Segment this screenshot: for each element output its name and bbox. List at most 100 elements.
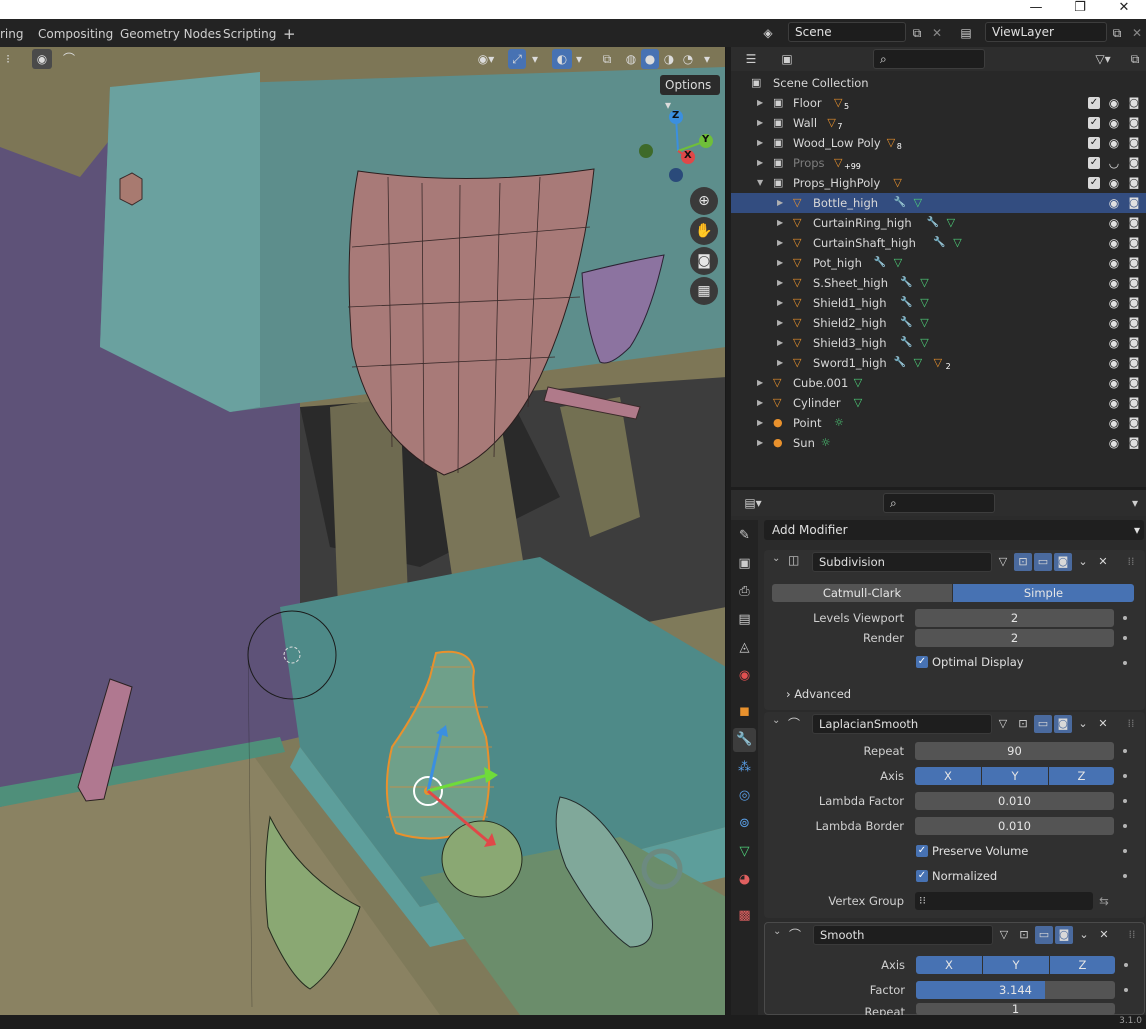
on-cage-icon[interactable]: ⊡ (1014, 715, 1032, 733)
smooth-axis-z-toggle[interactable]: Z (1050, 956, 1115, 974)
render-camera-icon[interactable]: ◙ (1127, 253, 1141, 273)
falloff-icon[interactable]: ⌒ (56, 49, 82, 69)
optimal-display-checkbox[interactable]: ✓ (916, 656, 928, 668)
axis-x-toggle[interactable]: X (915, 767, 981, 785)
visibility-eye-icon[interactable]: ◉ (1107, 273, 1121, 293)
outliner-editor-icon[interactable]: ☰ (741, 49, 761, 69)
exclude-checkbox[interactable]: ✓ (1088, 177, 1100, 189)
tab-workspace-partial[interactable]: ring (0, 25, 24, 43)
keyframe-dot[interactable] (1124, 988, 1128, 992)
repeat-field[interactable]: 90 (915, 742, 1114, 760)
visibility-eye-icon[interactable]: ◉ (1107, 333, 1121, 353)
ortho-grid-icon[interactable]: ▦ (690, 277, 718, 305)
particles-tab-icon[interactable]: ⁂ (733, 756, 756, 780)
remove-modifier-icon[interactable]: ✕ (1094, 715, 1112, 733)
subdivision-name-field[interactable]: Subdivision (812, 552, 992, 572)
outliner-row[interactable]: ▶ ▽ Shield3_high 🔧 ▽ ◉ ◙ (731, 333, 1146, 353)
collapse-chevron-icon[interactable]: ⌄ (773, 926, 781, 937)
visibility-eye-icon[interactable]: ◉ (1107, 193, 1121, 213)
wireframe-shading-icon[interactable]: ◍ (622, 49, 640, 69)
visibility-eye-icon[interactable]: ◉ (1107, 393, 1121, 413)
collapse-chevron-icon[interactable]: ⌄ (772, 553, 780, 564)
visibility-eye-icon[interactable]: ◉ (1107, 293, 1121, 313)
simple-option[interactable]: Simple (953, 584, 1134, 602)
object-tab-icon[interactable]: ◼ (733, 700, 756, 724)
shading-dropdown-icon[interactable]: ▾ (700, 49, 714, 69)
material-shading-icon[interactable]: ◑ (660, 49, 678, 69)
modifier-menu-icon[interactable]: ⌄ (1075, 926, 1093, 944)
collapsed-arrow-icon[interactable]: ▶ (777, 193, 783, 213)
keyframe-dot[interactable] (1123, 616, 1127, 620)
texture-tab-icon[interactable]: ▩ (733, 904, 756, 928)
keyframe-dot[interactable] (1123, 874, 1127, 878)
display-mode-icon[interactable]: ▣ (777, 49, 797, 69)
3d-viewport[interactable]: ⁝ ◉ ⌒ ◉▾ ⤢ ▾ ◐ ▾ ⧉ ◍ ● ◑ ◔ ▾ Options ▾ Z… (0, 47, 726, 1015)
render-camera-icon[interactable]: ◙ (1127, 153, 1141, 173)
outliner-row[interactable]: ▶ ▽ S.Sheet_high 🔧 ▽ ◉ ◙ (731, 273, 1146, 293)
delete-view-layer-icon[interactable]: ✕ (1127, 23, 1146, 43)
tab-compositing[interactable]: Compositing (38, 25, 113, 43)
collapsed-arrow-icon[interactable]: ▶ (757, 113, 763, 133)
render-camera-icon[interactable]: ◙ (1127, 113, 1141, 133)
properties-dropdown-icon[interactable]: ▾ (1125, 493, 1145, 513)
modifier-tab-icon[interactable]: 🔧 (733, 728, 756, 752)
overlays-icon[interactable]: ◐ (552, 49, 572, 69)
render-camera-icon[interactable]: ◙ (1127, 93, 1141, 113)
view-layer-tab-icon[interactable]: ▤ (733, 608, 756, 632)
visibility-eye-icon[interactable]: ◡ (1107, 153, 1121, 173)
outliner-row[interactable]: ▶ ▽ CurtainRing_high 🔧 ▽ ◉ ◙ (731, 213, 1146, 233)
on-cage-icon[interactable]: ⊡ (1015, 926, 1033, 944)
render-camera-icon[interactable]: ◙ (1127, 173, 1141, 193)
visibility-eye-icon[interactable]: ◉ (1107, 133, 1121, 153)
realtime-display-icon[interactable]: ▭ (1035, 926, 1053, 944)
edit-mode-icon[interactable]: ▽ (994, 715, 1012, 733)
pan-hand-icon[interactable]: ✋ (690, 217, 718, 245)
collapsed-arrow-icon[interactable]: ▶ (757, 433, 763, 453)
keyframe-dot[interactable] (1123, 749, 1127, 753)
output-tab-icon[interactable]: ⎙ (733, 580, 756, 604)
render-camera-icon[interactable]: ◙ (1127, 233, 1141, 253)
add-workspace-button[interactable]: + (283, 25, 296, 43)
tool-tab-icon[interactable]: ✎ (733, 524, 756, 548)
visibility-eye-icon[interactable]: ◉ (1107, 413, 1121, 433)
edit-mode-icon[interactable]: ▽ (994, 553, 1012, 571)
outliner-row[interactable]: ▶ ▽ Bottle_high 🔧 ▽ ◉ ◙ (731, 193, 1146, 213)
outliner-row[interactable]: ▶ ▣ Wood_Low Poly ▽ 8 ✓ ◉ ◙ (731, 133, 1146, 153)
visibility-eye-icon[interactable]: ◉ (1107, 353, 1121, 373)
outliner-row[interactable]: ▶ ● Point ☼ ◉ ◙ (731, 413, 1146, 433)
outliner-row[interactable]: ▶ ▽ Shield1_high 🔧 ▽ ◉ ◙ (731, 293, 1146, 313)
keyframe-dot[interactable] (1123, 824, 1127, 828)
render-toggle-icon[interactable]: ◙ (1055, 926, 1073, 944)
outliner-row[interactable]: ▼ ▣ Props_HighPoly ▽ ✓ ◉ ◙ (731, 173, 1146, 193)
collapsed-arrow-icon[interactable]: ▶ (757, 373, 763, 393)
collapsed-arrow-icon[interactable]: ▶ (777, 353, 783, 373)
laplacian-name-field[interactable]: LaplacianSmooth (812, 714, 992, 734)
lambda-factor-field[interactable]: 0.010 (915, 792, 1114, 810)
collapsed-arrow-icon[interactable]: ▶ (757, 153, 763, 173)
physics-tab-icon[interactable]: ◎ (733, 784, 756, 808)
new-view-layer-icon[interactable]: ⧉ (1107, 23, 1127, 43)
invert-vertex-group-icon[interactable]: ⇆ (1094, 892, 1114, 910)
drag-handle-icon[interactable]: ⁞⁞ (1122, 715, 1140, 733)
scene-collection-row[interactable]: ▣ Scene Collection (731, 73, 1146, 93)
render-toggle-icon[interactable]: ◙ (1054, 715, 1072, 733)
outliner-row[interactable]: ▶ ▽ Cube.001 ▽ ◉ ◙ (731, 373, 1146, 393)
visibility-eye-icon[interactable]: ◉ (1107, 313, 1121, 333)
on-cage-icon[interactable]: ⊡ (1014, 553, 1032, 571)
outliner-row[interactable]: ▶ ▽ CurtainShaft_high 🔧 ▽ ◉ ◙ (731, 233, 1146, 253)
smooth-name-field[interactable]: Smooth (813, 925, 993, 945)
render-camera-icon[interactable]: ◙ (1127, 273, 1141, 293)
delete-scene-icon[interactable]: ✕ (927, 23, 947, 43)
scene-icon[interactable]: ◈ (758, 23, 778, 43)
smooth-repeat-field[interactable]: 1 (916, 1003, 1115, 1015)
exclude-checkbox[interactable]: ✓ (1088, 117, 1100, 129)
collapsed-arrow-icon[interactable]: ▶ (777, 333, 783, 353)
properties-editor-icon[interactable]: ▤▾ (739, 493, 767, 513)
drag-handle-icon[interactable]: ⁞⁞ (1122, 553, 1140, 571)
collapsed-arrow-icon[interactable]: ▶ (757, 393, 763, 413)
collapsed-arrow-icon[interactable]: ▶ (777, 233, 783, 253)
outliner-row[interactable]: ▶ ▽ Cylinder ▽ ◉ ◙ (731, 393, 1146, 413)
collapsed-arrow-icon[interactable]: ▶ (757, 413, 763, 433)
proportional-edit-icon[interactable]: ◉ (32, 49, 52, 69)
remove-modifier-icon[interactable]: ✕ (1094, 553, 1112, 571)
